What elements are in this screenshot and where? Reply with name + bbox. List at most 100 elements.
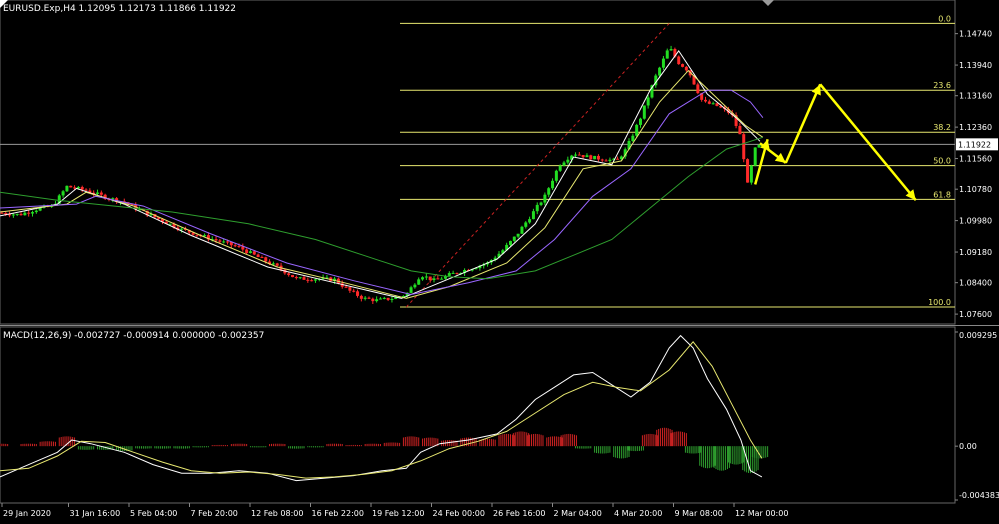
candle-body: [352, 290, 356, 292]
candle-body: [382, 297, 386, 299]
candle-body: [61, 191, 65, 196]
candle-body: [256, 254, 260, 258]
candle-body: [19, 213, 23, 216]
candle-body: [558, 165, 562, 171]
candle-body: [455, 272, 459, 274]
macd-axis-label: -0.004383: [959, 491, 999, 500]
time-axis-label: 16 Feb 22:00: [312, 509, 364, 518]
candle-body: [275, 263, 279, 266]
time-axis-label: 7 Feb 20:00: [191, 509, 238, 518]
candle-body: [528, 219, 532, 223]
price-axis-label: 1.12360: [959, 123, 992, 132]
time-axis-label: 12 Feb 08:00: [251, 509, 303, 518]
time-axis-label: 4 Mar 20:00: [614, 509, 662, 518]
candle-body: [313, 279, 317, 281]
candle-body: [203, 235, 207, 237]
candle-body: [390, 298, 394, 300]
candle-body: [367, 297, 371, 299]
candle-body: [531, 211, 535, 220]
candle-body: [302, 277, 306, 280]
candle-body: [508, 240, 512, 245]
candle-body: [386, 297, 390, 300]
candle-body: [96, 192, 100, 194]
candle-body: [539, 202, 543, 205]
candle-body: [34, 210, 38, 213]
moving-average-4: [0, 136, 764, 280]
candle-body: [642, 105, 646, 119]
candle-body: [573, 154, 577, 156]
candle-body: [421, 277, 425, 280]
fib-label: 38.2: [933, 123, 951, 132]
candle-body: [665, 50, 669, 59]
candle-body: [581, 155, 585, 158]
candle-body: [233, 245, 237, 247]
candle-body: [512, 236, 516, 241]
candle-body: [451, 272, 455, 274]
time-axis-label: 24 Feb 00:00: [433, 509, 485, 518]
price-axis-label: 1.09980: [959, 217, 992, 226]
candle-body: [237, 245, 241, 247]
price-axis-label: 1.13160: [959, 92, 992, 101]
macd-chart-layer: [0, 334, 769, 482]
candle-body: [195, 234, 199, 236]
macd-axis-label: 0.00: [959, 442, 977, 451]
candle-body: [535, 204, 539, 212]
candle-body: [69, 185, 73, 188]
chart-window[interactable]: 0.0 23.6 38.2 50.0 61.8 100.0 1.14740 1.13940 1…: [0, 0, 999, 520]
chart-canvas[interactable]: 0.0 23.6 38.2 50.0 61.8 100.0 1.14740 1.13940 1…: [0, 0, 999, 520]
candle-body: [264, 257, 268, 262]
price-axis-label: 1.14740: [959, 30, 992, 39]
candle-body: [348, 287, 352, 291]
chart-shift-icon[interactable]: [762, 0, 774, 6]
macd-line: [0, 334, 763, 482]
candle-body: [658, 67, 662, 76]
candle-body: [260, 257, 264, 259]
price-axis-label: 1.11560: [959, 155, 992, 164]
candle-body: [409, 287, 413, 293]
fib-label: 0.0: [938, 14, 951, 23]
macd-panel-frame: [0, 326, 956, 504]
candle-body: [11, 214, 15, 216]
candle-body: [661, 58, 665, 68]
time-axis-label: 12 Mar 00:00: [735, 509, 788, 518]
candle-body: [15, 213, 19, 215]
candle-body: [520, 226, 524, 234]
price-axis-label: 1.09180: [959, 248, 992, 257]
candle-body: [226, 241, 230, 243]
candle-body: [23, 212, 27, 216]
candle-body: [80, 187, 84, 190]
projection-arrow-line: [819, 83, 917, 201]
candle-body: [585, 155, 589, 158]
candle-body: [84, 189, 88, 191]
candle-body: [287, 273, 291, 276]
candle-body: [562, 162, 566, 166]
candle-body: [742, 134, 746, 160]
price-axis-label: 1.07600: [959, 310, 992, 319]
candle-body: [516, 233, 520, 237]
candle-body: [635, 124, 639, 136]
candle-body: [551, 180, 555, 189]
time-axis-label: 31 Jan 16:00: [70, 509, 121, 518]
macd-axis-label: 0.009295: [959, 331, 997, 340]
candle-body: [577, 154, 581, 156]
candle-body: [554, 170, 558, 181]
candle-body: [684, 66, 688, 71]
fib-label: 23.6: [933, 81, 951, 90]
candle-body: [593, 155, 597, 160]
candle-body: [298, 277, 302, 279]
candle-body: [749, 165, 753, 183]
macd-info: MACD(12,26,9) -0.002727 -0.000914 0.0000…: [3, 331, 264, 341]
price-axis-label: 1.13940: [959, 61, 992, 70]
candle-body: [711, 103, 715, 105]
fib-label: 61.8: [933, 190, 951, 199]
candle-body: [757, 144, 761, 148]
candle-body: [547, 188, 551, 195]
candle-body: [222, 241, 226, 243]
candle-body: [375, 299, 379, 302]
time-axis-label: 5 Feb 04:00: [130, 509, 177, 518]
candle-body: [753, 147, 757, 166]
time-axis-label: 2 Mar 04:00: [554, 509, 602, 518]
candle-body: [344, 286, 348, 288]
candle-body: [703, 99, 707, 102]
current-price-label: 1.11922: [958, 140, 991, 149]
